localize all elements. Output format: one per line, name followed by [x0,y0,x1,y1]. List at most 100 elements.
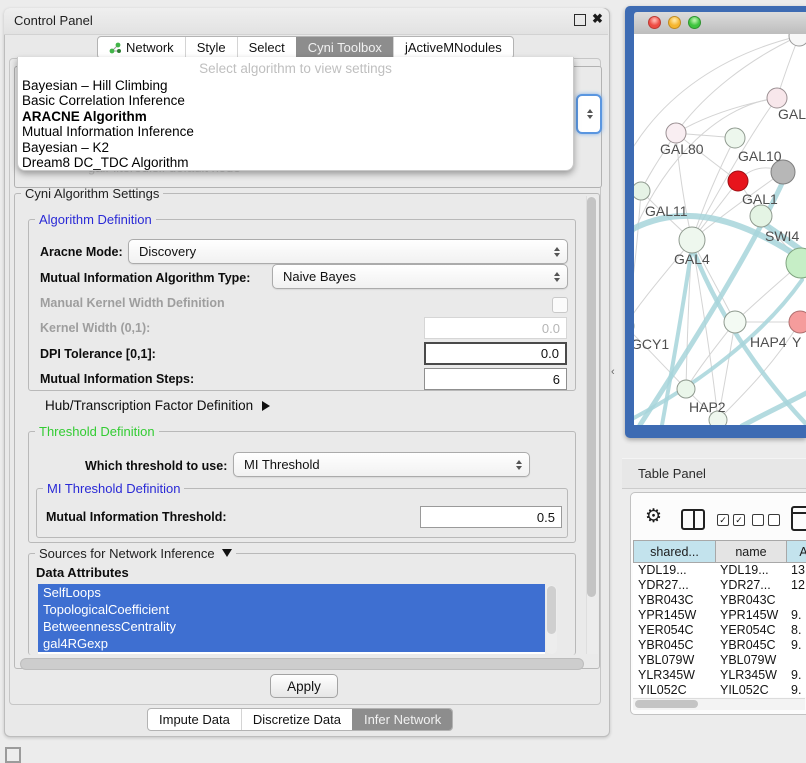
table-cell: YBL079W [715,653,786,667]
algorithm-option-aracne-algorithm[interactable]: ARACNE Algorithm [18,109,573,124]
table-row[interactable]: YBR043CYBR043C [633,593,806,608]
network-node[interactable] [634,182,650,200]
network-node[interactable] [725,128,745,148]
attribute-item-gal4rgexp[interactable]: gal4RGexp [38,635,545,652]
table-row[interactable]: YDL19...YDL19...13 [633,563,806,578]
manual-kernel-checkbox[interactable] [552,297,568,313]
settings-horizontal-scrollbar[interactable] [20,658,584,670]
tab-network[interactable]: Network [98,37,185,58]
sources-group-toggle[interactable]: Sources for Network Inference [35,546,236,561]
algorithm-option-basic-correlation-inference[interactable]: Basic Correlation Inference [18,93,573,108]
tab-style[interactable]: Style [185,37,237,58]
network-edge[interactable] [634,191,641,326]
network-node[interactable] [679,227,705,253]
panel-divider-grip[interactable]: ‹ [611,366,615,378]
table-cell: 9. [786,668,806,682]
attribute-item-betweennesscentrality[interactable]: BetweennessCentrality [38,618,545,635]
table-cell: 13 [786,563,806,577]
tab-label: Select [249,40,285,55]
tab-discretize-data[interactable]: Discretize Data [241,709,352,730]
control-panel-tabs: NetworkStyle Select Cyni Toolbox jActiveMNo… [97,36,514,59]
aracne-mode-label: Aracne Mode: [40,245,123,259]
kernel-width-label: Kernel Width (0,1): [40,321,150,335]
table-cell: YIL052C [715,683,786,697]
network-canvas[interactable]: GAL7GAL80GAL10GAL1GAL11SWI4GAL4GCY1HAP4Y… [634,34,806,425]
network-node[interactable] [666,123,686,143]
deselect-all-icon[interactable] [752,514,780,526]
table-row[interactable]: YLR345WYLR345W9. [633,667,806,682]
attribute-item-topologicalcoefficient[interactable]: TopologicalCoefficient [38,601,545,618]
table-row[interactable]: YIL052CYIL052C9. [633,682,806,697]
algorithm-option-mutual-information-inference[interactable]: Mutual Information Inference [18,124,573,139]
mi-type-combo[interactable]: Naive Bayes [272,264,568,289]
mi-steps-label: Mutual Information Steps: [40,372,194,386]
mi-threshold-field[interactable]: 0.5 [420,506,562,528]
algorithm-definition-title: Algorithm Definition [35,212,156,227]
tab-impute-data[interactable]: Impute Data [148,709,241,730]
table-cell: YBR045C [633,638,715,652]
float-window-icon[interactable] [574,14,586,26]
close-panel-icon[interactable]: ✖ [592,11,603,27]
settings-scrollbar-thumb[interactable] [587,197,596,597]
mi-type-label: Mutual Information Algorithm Type: [40,271,250,285]
network-edge[interactable] [692,240,718,420]
table-header-row: shared...nameA [633,540,806,563]
network-node[interactable] [728,171,748,191]
which-threshold-combo[interactable]: MI Threshold [233,452,530,477]
window-close-icon[interactable] [648,16,661,29]
network-node[interactable] [750,205,772,227]
algorithm-option-dream8-dc-tdc-algorithm[interactable]: Dream8 DC_TDC Algorithm [18,155,573,170]
column-header-shared[interactable]: shared... [634,541,716,562]
attribute-item-selfloops[interactable]: SelfLoops [38,584,545,601]
network-node[interactable] [789,311,806,333]
table-cell: YDL19... [633,563,715,577]
network-node[interactable] [677,380,695,398]
window-zoom-icon[interactable] [688,16,701,29]
table-row[interactable]: YPR145WYPR145W9. [633,608,806,623]
table-cell: YER054C [633,623,715,637]
network-node[interactable] [767,88,787,108]
node-label-gcy1: GCY1 [634,336,669,352]
tab-label: Cyni Toolbox [308,40,382,55]
network-edge-highlighted[interactable] [742,391,806,425]
table-row[interactable]: YDR27...YDR27...12 [633,578,806,593]
table-cell: YIL052C [633,683,715,697]
apply-button[interactable]: Apply [270,674,338,698]
node-label-gal1: GAL1 [742,191,778,207]
algorithm-combo-button[interactable] [576,94,602,134]
select-all-icon[interactable]: ✓ ✓ [717,514,745,526]
algorithm-option-bayesian-k2[interactable]: Bayesian – K2 [18,140,573,155]
hub-section-label: Hub/Transcription Factor Definition [45,398,253,413]
table-horizontal-scrollbar-thumb[interactable] [635,700,698,708]
collapsed-panel-icon[interactable] [5,747,21,763]
table-icon[interactable] [791,506,806,531]
kernel-width-field[interactable]: 0.0 [424,317,567,339]
aracne-mode-combo[interactable]: Discovery [128,239,568,264]
algorithm-option-bayesian-hill-climbing[interactable]: Bayesian – Hill Climbing [18,78,573,93]
node-label-gal10: GAL10 [738,148,782,164]
table-row[interactable]: YBL079WYBL079W [633,652,806,667]
dpi-tolerance-field[interactable]: 0.0 [424,342,567,365]
control-panel-titlebar [4,8,608,35]
network-node[interactable] [789,34,806,46]
tab-select[interactable]: Select [237,37,296,58]
tab-jactivemnodules[interactable]: jActiveMNodules [393,37,513,58]
network-node[interactable] [724,311,746,333]
window-minimize-icon[interactable] [668,16,681,29]
dropdown-options: Bayesian – Hill ClimbingBasic Correlatio… [18,78,573,170]
unchecked-box-icon [752,514,764,526]
split-columns-icon[interactable] [681,509,705,530]
table-cell: 9. [786,608,806,622]
tab-infer-network[interactable]: Infer Network [352,709,452,730]
tab-cyni-toolbox[interactable]: Cyni Toolbox [296,37,393,58]
column-header-a[interactable]: A [787,541,806,562]
table-row[interactable]: YBR045CYBR045C9. [633,637,806,652]
dpi-tolerance-label: DPI Tolerance [0,1]: [40,347,156,361]
attributes-scrollbar-thumb[interactable] [547,586,556,634]
gear-icon[interactable]: ⚙ [645,506,662,528]
column-header-name[interactable]: name [716,541,787,562]
hub-section-toggle[interactable]: Hub/Transcription Factor Definition [45,398,270,413]
mi-steps-field[interactable]: 6 [424,368,567,390]
table-cell: YPR145W [633,608,715,622]
table-row[interactable]: YER054CYER054C8. [633,623,806,638]
